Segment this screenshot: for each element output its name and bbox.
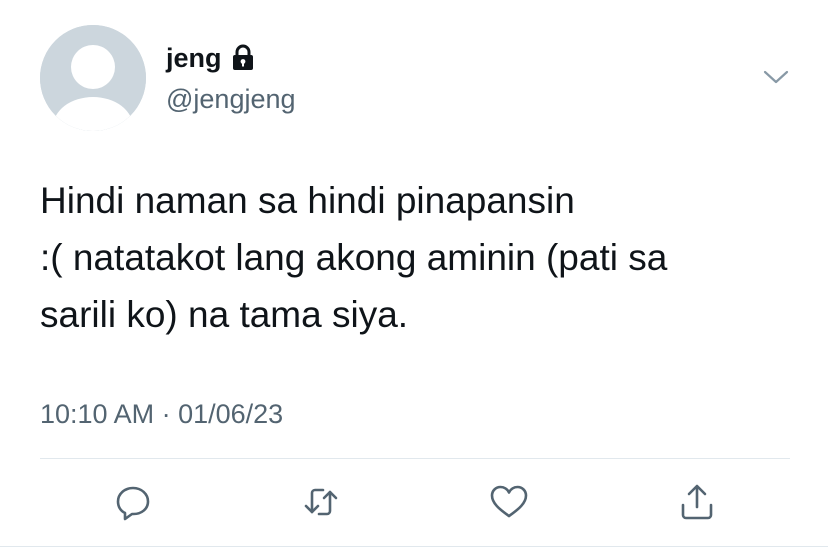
chevron-down-icon[interactable] [762, 66, 790, 88]
retweet-icon [304, 488, 338, 516]
reply-button[interactable] [113, 482, 153, 522]
tweet-text: Hindi naman sa hindi pinapansin :( natat… [40, 180, 668, 335]
reply-icon [116, 486, 150, 521]
author-name[interactable]: jeng [166, 42, 222, 74]
share-button[interactable] [677, 482, 717, 522]
author-name-row: jeng [166, 42, 256, 74]
share-icon [681, 484, 713, 520]
retweet-button[interactable] [301, 482, 341, 522]
heart-icon [490, 485, 528, 518]
default-avatar-icon [40, 25, 146, 131]
tweet-card: jeng @jengjeng Hindi naman sa hindi pina… [0, 0, 828, 547]
lock-icon [230, 44, 256, 72]
author-handle[interactable]: @jengjeng [166, 83, 296, 115]
like-button[interactable] [489, 482, 529, 522]
tweet-timestamp[interactable]: 10:10 AM · 01/06/23 [40, 397, 283, 431]
divider [40, 458, 790, 459]
avatar[interactable] [40, 25, 146, 131]
